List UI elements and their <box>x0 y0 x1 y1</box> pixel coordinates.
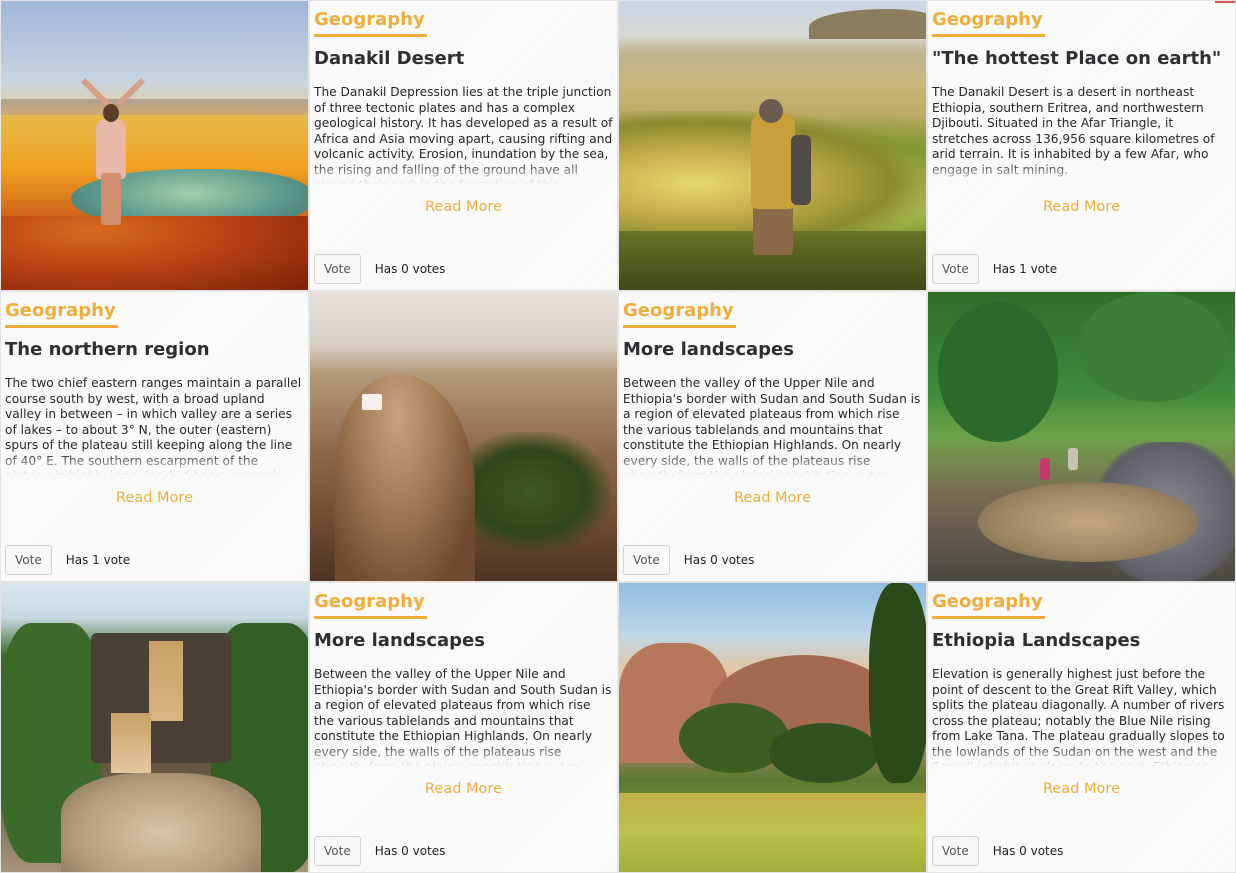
card-danakil-desert: Geography Danakil Desert The Danakil Dep… <box>309 0 618 291</box>
read-more-link[interactable]: Read More <box>928 781 1235 797</box>
card-footer: Vote Has 1 vote <box>932 254 1057 284</box>
photo-person <box>751 113 795 209</box>
vote-count: Has 0 votes <box>374 844 446 858</box>
card-description: The Danakil Depression lies at the tripl… <box>314 85 613 184</box>
photo-water <box>978 482 1198 562</box>
photo-tree <box>938 302 1058 442</box>
photo-person <box>1068 448 1078 470</box>
accent-strip <box>1215 1 1235 3</box>
card-title: More landscapes <box>623 339 794 360</box>
card-hottest-place: Geography "The hottest Place on earth" T… <box>927 0 1236 291</box>
card-title: More landscapes <box>314 630 485 651</box>
card-description: The Danakil Desert is a desert in northe… <box>932 85 1215 177</box>
photo-sulfur-photographer[interactable] <box>618 0 927 291</box>
read-more-link[interactable]: Read More <box>928 199 1235 215</box>
card-category[interactable]: Geography <box>623 300 736 328</box>
photo-waterfall-upper <box>149 641 183 721</box>
photo-legs <box>101 173 121 225</box>
photo-river <box>61 773 261 872</box>
photo-river-forest[interactable] <box>927 291 1236 582</box>
photo-acacia <box>769 723 879 783</box>
read-more-link[interactable]: Read More <box>619 490 926 506</box>
card-footer: Vote Has 0 votes <box>314 836 445 866</box>
photo-rock-pinnacle <box>335 374 475 581</box>
card-title: The northern region <box>5 339 210 360</box>
read-more-link[interactable]: Read More <box>310 781 617 797</box>
card-more-landscapes-1: Geography More landscapes Between the va… <box>618 291 927 582</box>
vote-button[interactable]: Vote <box>932 836 979 866</box>
photo-field <box>619 793 926 872</box>
photo-head <box>103 104 119 122</box>
card-category[interactable]: Geography <box>932 591 1045 619</box>
card-category[interactable]: Geography <box>5 300 118 328</box>
photo-danakil-woman[interactable] <box>0 0 309 291</box>
photo-foreground <box>1 216 308 290</box>
card-description: Elevation is generally highest just befo… <box>932 667 1225 766</box>
photo-bag <box>791 135 811 205</box>
vote-count: Has 0 votes <box>374 262 446 276</box>
photo-mountains-acacia[interactable] <box>618 582 927 873</box>
vote-button[interactable]: Vote <box>314 836 361 866</box>
card-title: Danakil Desert <box>314 48 465 69</box>
vote-count: Has 0 votes <box>683 553 755 567</box>
read-more-link[interactable]: Read More <box>1 490 308 506</box>
card-northern-region: Geography The northern region The two ch… <box>0 291 309 582</box>
vote-count: Has 0 votes <box>992 844 1064 858</box>
card-footer: Vote Has 0 votes <box>314 254 445 284</box>
card-description: Between the valley of the Upper Nile and… <box>623 376 921 475</box>
vote-count: Has 1 vote <box>992 262 1058 276</box>
photo-head <box>759 99 783 123</box>
photo-hill <box>809 9 926 39</box>
photo-person <box>1040 458 1050 480</box>
card-footer: Vote Has 0 votes <box>932 836 1063 866</box>
card-description: Between the valley of the Upper Nile and… <box>314 667 612 766</box>
landscape-gallery-grid: Geography Danakil Desert The Danakil Dep… <box>0 0 1236 873</box>
card-category[interactable]: Geography <box>932 9 1045 37</box>
card-category[interactable]: Geography <box>314 591 427 619</box>
vote-button[interactable]: Vote <box>5 545 52 575</box>
photo-ridge <box>1 99 308 115</box>
card-more-landscapes-2: Geography More landscapes Between the va… <box>309 582 618 873</box>
card-description: The two chief eastern ranges maintain a … <box>5 376 302 475</box>
vote-button[interactable]: Vote <box>932 254 979 284</box>
photo-waterfall-lower <box>111 713 151 773</box>
photo-tree <box>869 583 926 783</box>
card-footer: Vote Has 1 vote <box>5 545 130 575</box>
card-ethiopia-landscapes: Geography Ethiopia Landscapes Elevation … <box>927 582 1236 873</box>
card-title: Ethiopia Landscapes <box>932 630 1141 651</box>
vote-count: Has 1 vote <box>65 553 131 567</box>
card-category[interactable]: Geography <box>314 9 427 37</box>
photo-church <box>362 394 382 410</box>
photo-rock-church[interactable] <box>309 291 618 582</box>
vote-button[interactable]: Vote <box>314 254 361 284</box>
photo-tree <box>1078 292 1228 402</box>
read-more-link[interactable]: Read More <box>310 199 617 215</box>
photo-body <box>96 119 126 179</box>
card-title: "The hottest Place on earth" <box>932 48 1222 69</box>
vote-button[interactable]: Vote <box>623 545 670 575</box>
photo-waterfall[interactable] <box>0 582 309 873</box>
card-footer: Vote Has 0 votes <box>623 545 754 575</box>
